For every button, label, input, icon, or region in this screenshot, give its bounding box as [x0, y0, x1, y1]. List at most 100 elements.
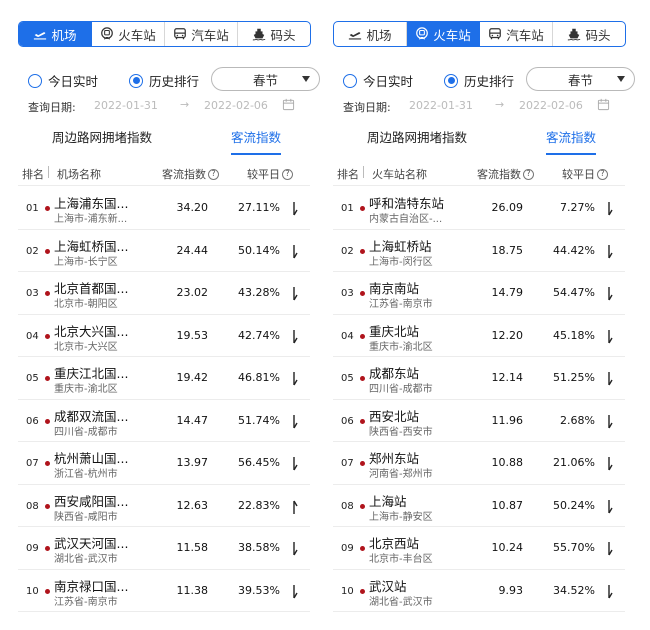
table-row[interactable]: 10 武汉站 湖北省-武汉市 9.93 34.52% [333, 570, 625, 612]
tab-bus-station[interactable]: 汽车站 [165, 22, 238, 46]
tab-bus-station[interactable]: 汽车站 [480, 22, 553, 46]
tab-train-station[interactable]: 火车站 [92, 22, 165, 46]
tab-label: 码头 [270, 27, 296, 43]
table-header: 排名 火车站名称 客流指数? 较平日? [333, 160, 625, 186]
radio-realtime[interactable]: 今日实时 [28, 71, 98, 90]
help-icon[interactable]: ? [282, 168, 293, 180]
subtab-passenger-flow[interactable]: 客流指数 [231, 127, 281, 146]
table-row[interactable]: 02 上海虹桥国... 上海市-长宁区 24.44 50.14% [18, 230, 310, 272]
help-icon[interactable]: ? [208, 168, 219, 180]
passenger-index: 12.20 [491, 328, 524, 342]
date-to-input[interactable]: 2022-02-06 [519, 99, 583, 112]
trend-down-icon [293, 287, 298, 301]
rank-dot [360, 503, 365, 509]
tab-airport[interactable]: 机场 [19, 22, 92, 46]
trend-down-icon [608, 202, 613, 216]
table-row[interactable]: 01 呼和浩特东站 内蒙古自治区-... 26.09 7.27% [333, 187, 625, 230]
rank-dot [360, 588, 365, 594]
rank-number: 10 [341, 585, 354, 597]
calendar-icon[interactable] [282, 98, 295, 111]
passenger-index: 24.44 [176, 243, 209, 257]
date-label: 查询日期: [343, 101, 391, 114]
rank-dot [360, 206, 365, 211]
table-row[interactable]: 07 郑州东站 河南省-郑州市 10.88 21.06% [333, 442, 625, 485]
rank-number: 04 [26, 330, 39, 342]
rank-number: 09 [341, 543, 354, 554]
compare-percent: 44.42% [553, 243, 595, 257]
col-name: 机场名称 [57, 168, 101, 181]
table-row[interactable]: 06 西安北站 陕西省-西安市 11.96 2.68% [333, 400, 625, 442]
rank-dot [360, 248, 365, 254]
col-name: 火车站名称 [372, 168, 427, 181]
trend-down-icon [293, 542, 298, 556]
table-row[interactable]: 02 上海虹桥站 上海市-闵行区 18.75 44.42% [333, 230, 625, 272]
compare-percent: 21.06% [553, 456, 595, 469]
compare-percent: 56.45% [238, 456, 280, 469]
tab-label: 火车站 [433, 27, 471, 43]
rank-number: 04 [341, 330, 354, 342]
station-location: 重庆市-渝北区 [54, 384, 118, 395]
rank-number: 01 [341, 203, 354, 214]
bus-icon [489, 28, 502, 40]
date-range: 查询日期: 2022-01-31 → 2022-02-06 [28, 98, 328, 114]
calendar-icon[interactable] [597, 98, 610, 111]
table-row[interactable]: 01 上海浦东国... 上海市-浦东新... 34.20 27.11% [18, 187, 310, 230]
radio-realtime[interactable]: 今日实时 [343, 71, 413, 90]
holiday-select[interactable]: 春节 [526, 67, 635, 91]
table-row[interactable]: 07 杭州萧山国... 浙江省-杭州市 13.97 56.45% [18, 442, 310, 485]
radio-history[interactable]: 历史排行 [444, 71, 514, 90]
station-location: 河南省-郑州市 [369, 469, 433, 480]
arrow-right-icon: → [495, 98, 505, 111]
table-row[interactable]: 09 武汉天河国... 湖北省-武汉市 11.58 38.58% [18, 527, 310, 570]
table-row[interactable]: 10 南京禄口国... 江苏省-南京市 11.38 39.53% [18, 570, 310, 612]
table-row[interactable]: 05 成都东站 四川省-成都市 12.14 51.25% [333, 357, 625, 400]
radio-history[interactable]: 历史排行 [129, 71, 199, 90]
table-row[interactable]: 08 上海站 上海市-静安区 10.87 50.24% [333, 485, 625, 527]
holiday-select[interactable]: 春节 [211, 67, 320, 91]
passenger-index: 18.75 [491, 243, 524, 257]
table-row[interactable]: 06 成都双流国... 四川省-成都市 14.47 51.74% [18, 400, 310, 442]
tab-pier[interactable]: 码头 [238, 22, 310, 46]
table-header: 排名 机场名称 客流指数? 较平日? [18, 160, 310, 186]
date-from-input[interactable]: 2022-01-31 [94, 99, 158, 112]
date-from-input[interactable]: 2022-01-31 [409, 99, 473, 112]
tab-train-station[interactable]: 火车站 [407, 22, 480, 46]
subtab-road-congestion[interactable]: 周边路网拥堵指数 [367, 127, 467, 146]
date-to-input[interactable]: 2022-02-06 [204, 99, 268, 112]
station-location: 四川省-成都市 [54, 426, 118, 438]
transport-tabs: 机场 火车站 汽车站 码头 [333, 21, 626, 47]
table-row[interactable]: 03 北京首都国... 北京市-朝阳区 23.02 43.28% [18, 272, 310, 315]
rank-dot [45, 503, 50, 509]
mode-selector: 今日实时 历史排行 春节 [333, 67, 643, 91]
rank-dot [360, 546, 365, 551]
rank-number: 03 [26, 288, 39, 299]
compare-percent: 50.14% [238, 243, 280, 257]
help-icon[interactable]: ? [597, 168, 608, 180]
table-row[interactable]: 09 北京西站 北京市-丰台区 10.24 55.70% [333, 527, 625, 570]
passenger-index: 19.42 [176, 371, 209, 384]
station-location: 北京市-大兴区 [54, 341, 118, 353]
radio-circle [444, 73, 458, 88]
table-row[interactable]: 04 重庆北站 重庆市-渝北区 12.20 45.18% [333, 315, 625, 357]
subtab-road-congestion[interactable]: 周边路网拥堵指数 [52, 127, 152, 146]
date-range: 查询日期: 2022-01-31 → 2022-02-06 [343, 98, 643, 114]
help-icon[interactable]: ? [523, 168, 534, 180]
rank-dot [360, 333, 365, 339]
radio-label: 历史排行 [464, 74, 515, 89]
col-compare: 较平日? [562, 166, 608, 182]
tab-pier[interactable]: 码头 [553, 22, 625, 46]
arrow-right-icon: → [180, 98, 190, 111]
table-row[interactable]: 04 北京大兴国... 北京市-大兴区 19.53 42.74% [18, 315, 310, 357]
table-row[interactable]: 03 南京南站 江苏省-南京市 14.79 54.47% [333, 272, 625, 315]
passenger-index: 23.02 [176, 286, 209, 299]
table-row[interactable]: 08 西安咸阳国... 陕西省-咸阳市 12.63 22.83% [18, 485, 310, 527]
tab-airport[interactable]: 机场 [334, 22, 407, 46]
table-row[interactable]: 05 重庆江北国... 重庆市-渝北区 19.42 46.81% [18, 357, 310, 400]
rank-dot [45, 418, 50, 424]
tab-label: 汽车站 [191, 27, 229, 43]
rank-dot [45, 291, 50, 296]
rank-number: 05 [26, 373, 39, 384]
subtab-passenger-flow[interactable]: 客流指数 [546, 127, 596, 146]
col-index: 客流指数? [162, 166, 219, 182]
chevron-down-icon [617, 76, 625, 82]
